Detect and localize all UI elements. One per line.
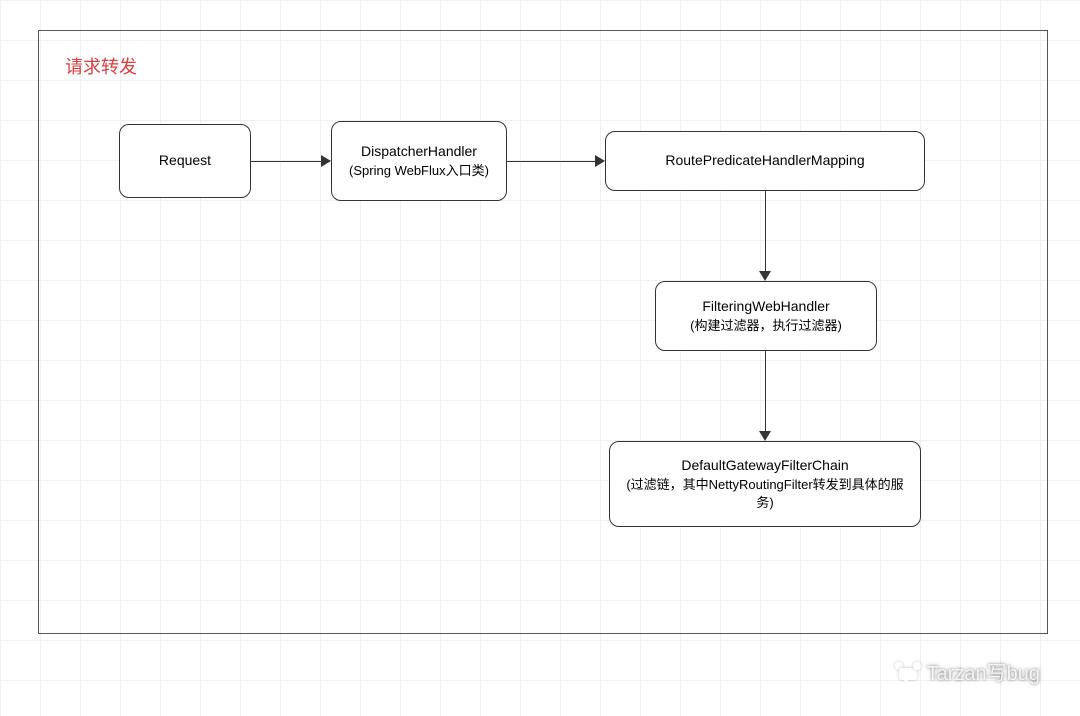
node-dispatcher-label1: DispatcherHandler bbox=[361, 142, 477, 162]
watermark: Tarzan写bug bbox=[895, 657, 1040, 686]
node-dispatcher-label2: (Spring WebFlux入口类) bbox=[349, 162, 489, 180]
node-filtering-label2: (构建过滤器，执行过滤器) bbox=[690, 317, 842, 335]
node-route: RoutePredicateHandlerMapping bbox=[605, 131, 925, 191]
arrow-1-head bbox=[321, 155, 331, 167]
node-filtering: FilteringWebHandler (构建过滤器，执行过滤器) bbox=[655, 281, 877, 351]
diagram-title: 请求转发 bbox=[65, 53, 137, 79]
watermark-text: Tarzan写bug bbox=[927, 657, 1040, 686]
arrow-3-head bbox=[759, 271, 771, 281]
arrow-2-head bbox=[595, 155, 605, 167]
node-dispatcher: DispatcherHandler (Spring WebFlux入口类) bbox=[331, 121, 507, 201]
arrow-3-line bbox=[765, 191, 766, 271]
arrow-2-line bbox=[507, 161, 595, 162]
arrow-1-line bbox=[251, 161, 321, 162]
node-chain-label2: (过滤链，其中NettyRoutingFilter转发到具体的服务) bbox=[620, 476, 910, 512]
wechat-icon bbox=[895, 662, 921, 682]
node-filtering-label1: FilteringWebHandler bbox=[702, 297, 829, 317]
node-request: Request bbox=[119, 124, 251, 198]
node-request-label: Request bbox=[159, 151, 211, 171]
node-route-label: RoutePredicateHandlerMapping bbox=[665, 151, 864, 171]
diagram-container: 请求转发 Request DispatcherHandler (Spring W… bbox=[38, 30, 1048, 634]
arrow-4-head bbox=[759, 431, 771, 441]
node-chain: DefaultGatewayFilterChain (过滤链，其中NettyRo… bbox=[609, 441, 921, 527]
arrow-4-line bbox=[765, 351, 766, 431]
node-chain-label1: DefaultGatewayFilterChain bbox=[681, 456, 848, 476]
